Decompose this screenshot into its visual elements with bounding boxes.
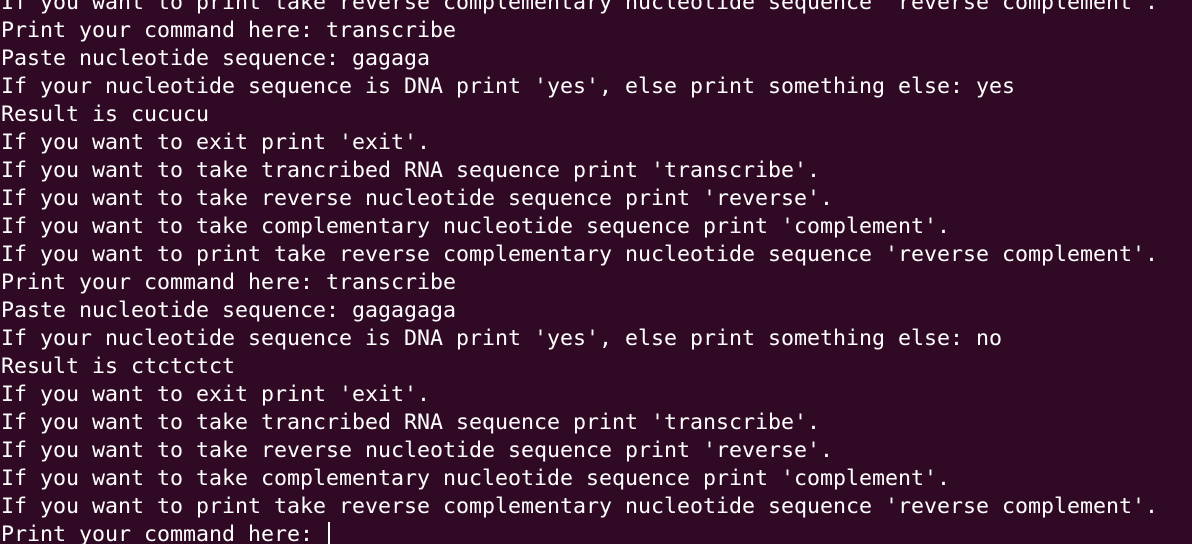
output-line: Print your command here: transcribe [1, 270, 457, 295]
output-line: If you want to take complementary nucleo… [1, 214, 951, 239]
text-cursor [328, 522, 331, 544]
terminal-output: If you want to print take reverse comple… [1, 0, 1158, 544]
output-line: If you want to exit print 'exit'. [1, 382, 431, 407]
output-line: Paste nucleotide sequence: gagagaga [1, 298, 457, 323]
output-line: If you want to print take reverse comple… [1, 242, 1159, 267]
output-line: If you want to exit print 'exit'. [1, 130, 431, 155]
output-line: If you want to take complementary nucleo… [1, 466, 951, 491]
output-line: If you want to take trancribed RNA seque… [1, 410, 821, 435]
command-prompt: Print your command here: [1, 522, 327, 544]
output-line: Result is ctctctct [1, 354, 236, 379]
output-line: Paste nucleotide sequence: gagaga [1, 46, 431, 71]
output-line: If you want to take reverse nucleotide s… [1, 438, 834, 463]
output-line: If your nucleotide sequence is DNA print… [1, 326, 1003, 351]
output-line: Result is cucucu [1, 102, 210, 127]
terminal-window[interactable]: If you want to print take reverse comple… [0, 0, 1192, 544]
output-line: If you want to take reverse nucleotide s… [1, 186, 834, 211]
output-line: If you want to print take reverse comple… [1, 494, 1159, 519]
output-line: If your nucleotide sequence is DNA print… [1, 74, 1016, 99]
output-line: If you want to take trancribed RNA seque… [1, 158, 821, 183]
output-line: Print your command here: transcribe [1, 18, 457, 43]
command-prompt-line[interactable]: Print your command here: [1, 521, 1158, 544]
output-line-partial: If you want to print take reverse comple… [1, 0, 1159, 15]
